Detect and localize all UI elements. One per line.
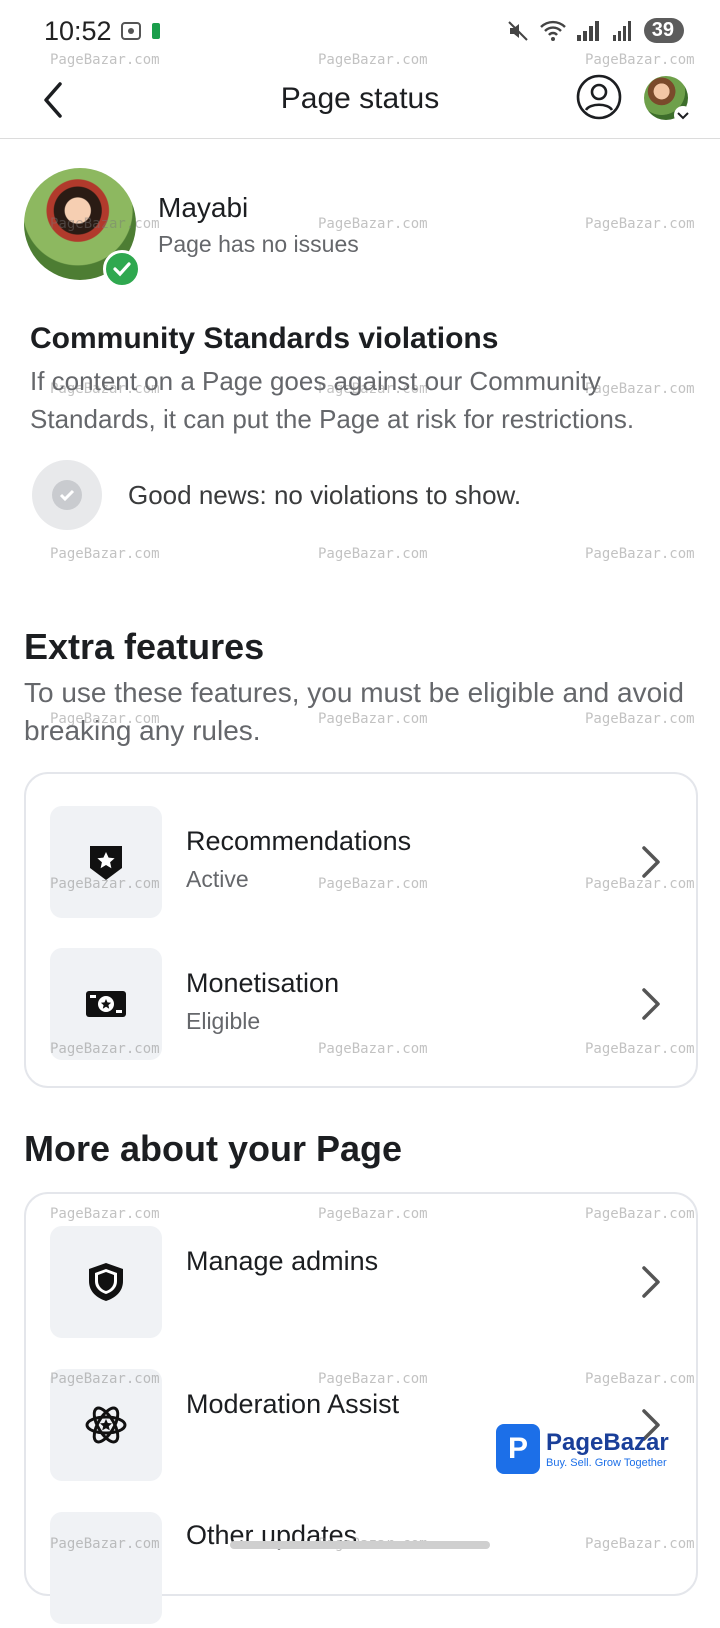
watermark-text: PageBazar.com	[585, 546, 695, 562]
app-header: Page status	[0, 64, 720, 139]
feature-label: Monetisation	[186, 968, 340, 998]
feature-status: Active	[186, 866, 249, 892]
watermark-text: PageBazar.com	[318, 52, 428, 68]
watermark-text: PageBazar.com	[585, 1371, 695, 1387]
phone-icon	[152, 23, 160, 39]
brand-text: PageBazar Buy. Sell. Grow Together	[546, 1429, 669, 1469]
good-news-icon-wrap	[32, 460, 102, 530]
feature-row-recommendations[interactable]: Recommendations Active	[26, 802, 696, 922]
good-news-text: Good news: no violations to show.	[128, 480, 522, 510]
watermark-text: PageBazar.com	[318, 876, 428, 892]
battery-indicator: 39	[643, 18, 684, 43]
watermark-text: PageBazar.com	[585, 216, 695, 232]
brand-name: PageBazar	[546, 1429, 669, 1456]
watermark-text: PageBazar.com	[585, 381, 695, 397]
page-status-text: Page has no issues	[158, 231, 359, 257]
chevron-down-icon	[677, 112, 689, 120]
status-time: 10:52	[44, 16, 112, 46]
watermark-text: PageBazar.com	[585, 52, 695, 68]
watermark-text: PageBazar.com	[50, 1536, 160, 1552]
watermark-text: PageBazar.com	[585, 876, 695, 892]
more-row-manage-admins[interactable]: Manage admins	[26, 1222, 696, 1342]
shield-icon	[50, 1226, 162, 1338]
badge-star-icon	[50, 806, 162, 918]
status-left-icons	[120, 20, 162, 42]
more-label: Manage admins	[186, 1246, 379, 1276]
watermark-text: PageBazar.com	[50, 711, 160, 727]
watermark-brand: P PageBazar Buy. Sell. Grow Together	[496, 1424, 669, 1474]
status-ok-badge	[103, 250, 141, 288]
check-circle-icon	[52, 480, 82, 510]
watermark-text: PageBazar.com	[318, 1041, 428, 1057]
account-switcher-button[interactable]	[674, 106, 692, 124]
profile-button[interactable]	[576, 74, 622, 120]
community-heading: Community Standards violations	[30, 322, 499, 355]
watermark-text: PageBazar.com	[318, 1206, 428, 1222]
watermark-text: PageBazar.com	[50, 1206, 160, 1222]
brand-logo-icon: P	[496, 1424, 540, 1474]
watermark-text: PageBazar.com	[585, 1206, 695, 1222]
watermark-text: PageBazar.com	[585, 1041, 695, 1057]
brand-tagline: Buy. Sell. Grow Together	[546, 1457, 667, 1469]
status-right-icons: 39	[506, 18, 684, 43]
watermark-text: PageBazar.com	[318, 381, 428, 397]
watermark-text: PageBazar.com	[50, 216, 160, 232]
watermark-text: PageBazar.com	[50, 52, 160, 68]
page-name: Mayabi	[158, 192, 249, 223]
watermark-text: PageBazar.com	[50, 546, 160, 562]
feature-label: Recommendations	[186, 826, 412, 856]
signal-icon-2	[612, 20, 631, 41]
watermark-text: PageBazar.com	[318, 216, 428, 232]
updates-icon	[50, 1512, 162, 1624]
signal-icon	[576, 20, 599, 41]
watermark-text: PageBazar.com	[50, 381, 160, 397]
watermark-text: PageBazar.com	[318, 546, 428, 562]
watermark-text: PageBazar.com	[50, 1041, 160, 1057]
watermark-text: PageBazar.com	[50, 876, 160, 892]
more-row-other-updates[interactable]: Other updates	[26, 1508, 696, 1628]
watermark-text: PageBazar.com	[50, 1371, 160, 1387]
chevron-right-icon	[642, 1266, 660, 1298]
home-indicator[interactable]	[230, 1541, 490, 1549]
more-label: Moderation Assist	[186, 1389, 400, 1419]
watermark-text: PageBazar.com	[318, 1371, 428, 1387]
more-about-heading: More about your Page	[24, 1128, 403, 1169]
user-circle-icon	[576, 74, 622, 120]
extra-features-heading: Extra features	[24, 626, 265, 667]
mute-icon	[508, 20, 528, 41]
community-description: If content on a Page goes against our Co…	[30, 366, 635, 434]
watermark-text: PageBazar.com	[585, 711, 695, 727]
wifi-icon	[539, 20, 566, 41]
gallery-icon	[121, 22, 141, 40]
feature-status: Eligible	[186, 1008, 261, 1034]
watermark-text: PageBazar.com	[318, 711, 428, 727]
watermark-text: PageBazar.com	[585, 1536, 695, 1552]
chevron-right-icon	[642, 988, 660, 1020]
check-icon	[113, 262, 131, 277]
